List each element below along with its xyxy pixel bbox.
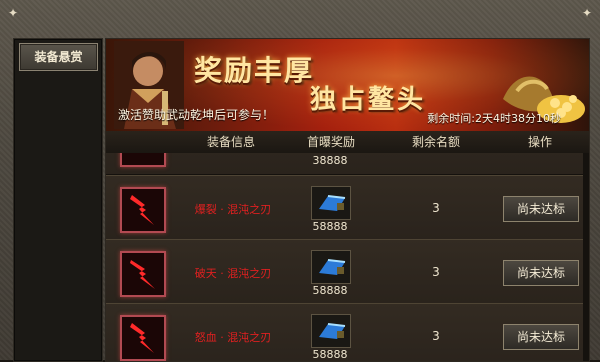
promo-banner: 奖励丰厚 独占鳌头 激活赞助武动乾坤后可参与！ 剩余时间:2天4时38分10秒 xyxy=(106,39,589,131)
red-lightning-blade-icon[interactable] xyxy=(120,251,166,297)
tab-equipment-bounty[interactable]: 装备悬赏 xyxy=(19,43,98,71)
equipment-name: 怒血 · 混沌之刃 xyxy=(194,331,272,344)
not-qualified-button[interactable]: 尚未达标 xyxy=(503,260,579,286)
remaining-quota: 3 xyxy=(432,265,440,279)
reward-amount: 38888 xyxy=(312,154,348,167)
not-qualified-button[interactable]: 尚未达标 xyxy=(503,196,579,222)
table-row: 破天 · 混沌之刃 58888 3 尚未达标 xyxy=(106,239,589,305)
header-equip: 装备信息 xyxy=(206,135,255,149)
blue-ingot-icon[interactable] xyxy=(311,314,351,348)
reward-amount: 58888 xyxy=(312,220,348,233)
table-header: 装备信息 首曝奖励 剩余名额 操作 xyxy=(106,131,589,154)
banner-title-line1: 奖励丰厚 xyxy=(194,54,315,87)
red-lightning-blade-icon[interactable] xyxy=(120,153,166,167)
corner-ornament-icon: ✦ xyxy=(8,6,19,20)
table-row: 怒血 · 混沌之刃 58888 3 尚未达标 xyxy=(106,303,589,361)
remaining-quota: 3 xyxy=(432,329,440,343)
equipment-name: 破天 · 混沌之刃 xyxy=(194,267,272,280)
table-row: 爆裂 · 混沌之刃 58888 3 尚未达标 xyxy=(106,175,589,241)
table-row: 38888 xyxy=(106,153,589,175)
equipment-name: 爆裂 · 混沌之刃 xyxy=(194,203,272,216)
remaining-quota: 3 xyxy=(432,201,440,215)
red-lightning-blade-icon[interactable] xyxy=(120,187,166,233)
banner-title-line2: 独占鳌头 xyxy=(310,85,427,115)
bounty-list: 38888 爆裂 · 混沌之刃 58888 3 尚未达标 破天 · 混沌之刃 5… xyxy=(106,153,589,361)
header-action: 操作 xyxy=(527,135,552,149)
sidebar: 装备悬赏 xyxy=(13,38,103,362)
corner-ornament-icon: ✦ xyxy=(582,6,593,20)
blue-ingot-icon[interactable] xyxy=(311,186,351,220)
header-reward: 首曝奖励 xyxy=(306,135,355,149)
promo-text: 激活赞助武动乾坤后可参与！ xyxy=(118,108,275,122)
time-remaining: 剩余时间:2天4时38分10秒 xyxy=(427,112,561,125)
red-lightning-blade-icon[interactable] xyxy=(120,315,166,361)
blue-ingot-icon[interactable] xyxy=(311,250,351,284)
reward-amount: 58888 xyxy=(312,284,348,297)
not-qualified-button[interactable]: 尚未达标 xyxy=(503,324,579,350)
scrollbar[interactable] xyxy=(583,153,589,361)
bounty-panel: 奖励丰厚 独占鳌头 激活赞助武动乾坤后可参与！ 剩余时间:2天4时38分10秒 … xyxy=(105,38,590,362)
header-quota: 剩余名额 xyxy=(411,135,460,149)
reward-amount: 58888 xyxy=(312,348,348,361)
